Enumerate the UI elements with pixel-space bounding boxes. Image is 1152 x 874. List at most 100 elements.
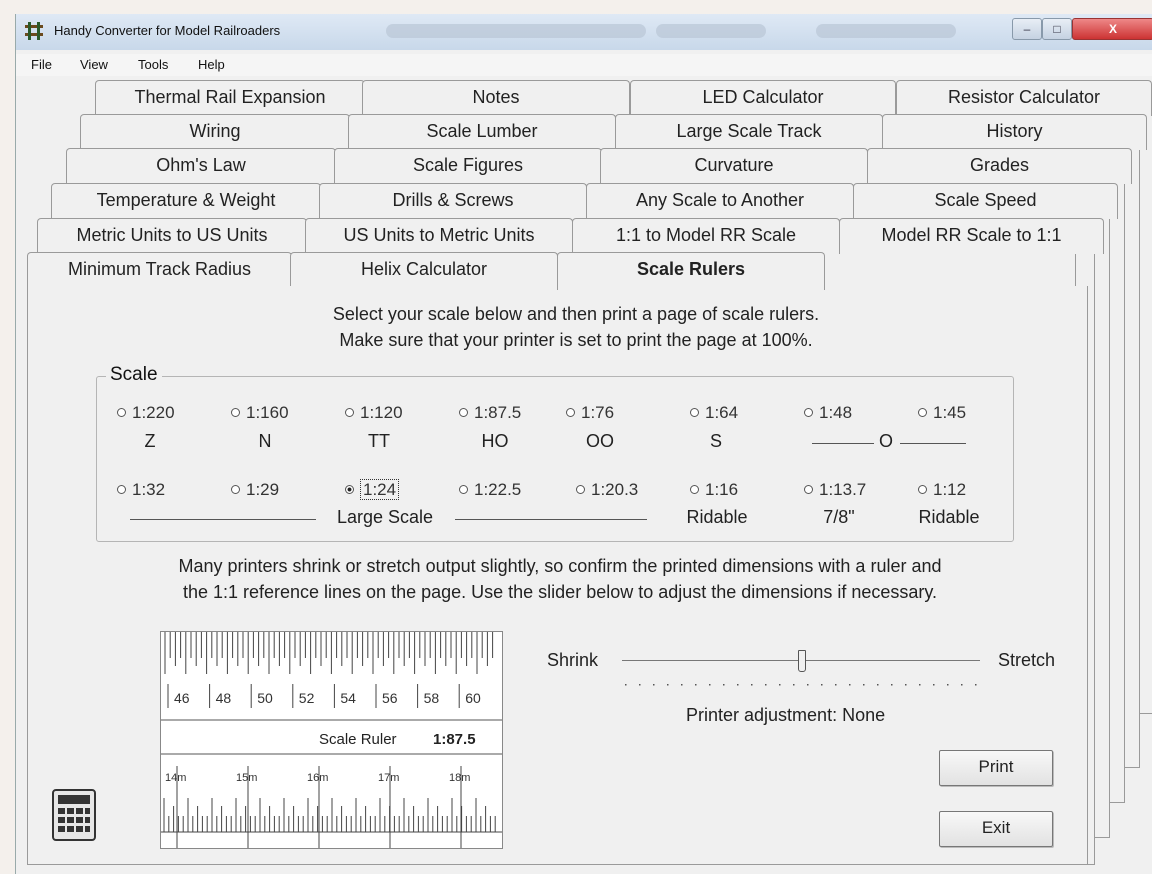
ridable-label-2: Ridable [918,507,980,527]
tab-temperature-weight[interactable]: Temperature & Weight [51,183,321,219]
radio-1-29[interactable]: 1:29 [231,480,279,500]
tab-grades[interactable]: Grades [867,148,1132,184]
slider-tick [639,684,641,686]
ruler-number: 14m [165,772,186,784]
tab-scale-speed[interactable]: Scale Speed [853,183,1118,219]
radio-dot [231,485,240,494]
tab-helix-calculator[interactable]: Helix Calculator [290,252,558,288]
slider-tick [695,684,697,686]
radio-1-48[interactable]: 1:48 [804,403,852,423]
ruler-number: 60 [465,690,481,706]
radio-label: 1:16 [705,480,739,499]
gauge-z-label: Z [144,431,156,451]
menu-file[interactable]: File [31,57,52,72]
slider-tick [765,684,767,686]
blurred-title-text [386,24,646,38]
radio-1-13-7[interactable]: 1:13.7 [804,480,866,500]
close-button[interactable]: X [1072,18,1152,40]
scale-group-label: Scale [106,364,162,386]
radio-label: 1:48 [819,403,853,422]
ruler-caption: Scale Ruler [319,731,397,748]
menu-tools[interactable]: Tools [138,57,168,72]
radio-dot [459,408,468,417]
tab-minimum-track-radius[interactable]: Minimum Track Radius [27,252,292,288]
slider-tick [975,684,977,686]
ruler-graphic: 46 48 50 52 54 56 58 60 Scale Ruler 1:87.5 14m 15m 1… [161,632,502,848]
radio-label: 1:87.5 [474,403,522,422]
radio-dot [918,485,927,494]
window-title: Handy Converter for Model Railroaders [54,23,281,38]
slider-tick [891,684,893,686]
ruler-number: 15m [236,772,257,784]
radio-1-64[interactable]: 1:64 [690,403,738,423]
tab-resistor-calculator[interactable]: Resistor Calculator [896,80,1152,116]
blurred-title-text-3 [816,24,956,38]
slider-thumb[interactable] [798,650,806,672]
radio-label: 1:120 [360,403,403,422]
tab-scale-figures[interactable]: Scale Figures [334,148,602,184]
radio-1-16[interactable]: 1:16 [690,480,738,500]
radio-label: 1:45 [933,403,967,422]
tab-led-calculator[interactable]: LED Calculator [630,80,896,116]
gauge-s-label: S [709,431,722,451]
menu-view[interactable]: View [80,57,108,72]
tab-wiring[interactable]: Wiring [80,114,350,150]
ruler-number: 54 [340,690,356,706]
slider-tick [681,684,683,686]
tab-scale-rulers[interactable]: Scale Rulers [557,252,825,290]
tab-us-to-metric[interactable]: US Units to Metric Units [305,218,573,254]
stretch-label: Stretch [998,650,1056,670]
radio-dot-selected [345,485,354,494]
tab-model-rr-to-1-1[interactable]: Model RR Scale to 1:1 [839,218,1104,254]
slider-tick [793,684,795,686]
tab-metric-to-us[interactable]: Metric Units to US Units [37,218,307,254]
radio-1-120[interactable]: 1:120 [345,403,403,423]
radio-1-22-5[interactable]: 1:22.5 [459,480,521,500]
tab-curvature[interactable]: Curvature [600,148,868,184]
slider-tick [779,684,781,686]
radio-1-160[interactable]: 1:160 [231,403,289,423]
radio-1-20-3[interactable]: 1:20.3 [576,480,638,500]
large-scale-line-left [130,519,316,520]
slider-tick [835,684,837,686]
minimize-button[interactable]: – [1012,18,1042,40]
o-gauge-line-left [812,443,874,444]
large-scale-line-right [455,519,647,520]
title-bar[interactable]: Handy Converter for Model Railroaders – … [16,14,1152,50]
train-icon [25,22,43,40]
radio-dot [804,408,813,417]
tab-ohms-law[interactable]: Ohm's Law [66,148,336,184]
large-scale-label: Large Scale [336,507,434,527]
radio-1-24[interactable]: 1:24 [345,479,400,500]
radio-1-76[interactable]: 1:76 [566,403,614,423]
ruler-number: 16m [307,772,328,784]
slider-tick [751,684,753,686]
tab-any-scale-to-another[interactable]: Any Scale to Another [586,183,854,219]
ridable-label-1: Ridable [686,507,748,527]
maximize-button[interactable]: □ [1042,18,1072,40]
gauge-o-label: O [878,431,893,451]
tab-drills-screws[interactable]: Drills & Screws [319,183,587,219]
tab-scale-lumber[interactable]: Scale Lumber [348,114,616,150]
slider-tick [863,684,865,686]
exit-button[interactable]: Exit [939,811,1053,847]
radio-1-45[interactable]: 1:45 [918,403,966,423]
o-gauge-line-right [900,443,966,444]
radio-label: 1:13.7 [819,480,867,499]
calculator-icon[interactable] [52,789,96,841]
tab-thermal-rail-expansion[interactable]: Thermal Rail Expansion [95,80,365,116]
tab-notes[interactable]: Notes [362,80,630,116]
radio-1-87-5[interactable]: 1:87.5 [459,403,521,423]
tab-history[interactable]: History [882,114,1147,150]
gauge-n-label: N [258,431,272,451]
tab-large-scale-track[interactable]: Large Scale Track [615,114,883,150]
tab-1-1-to-model-rr[interactable]: 1:1 to Model RR Scale [572,218,840,254]
ruler-number: 48 [216,690,232,706]
menu-help[interactable]: Help [198,57,225,72]
radio-1-12[interactable]: 1:12 [918,480,966,500]
shrink-label: Shrink [547,650,599,670]
radio-1-32[interactable]: 1:32 [117,480,165,500]
radio-1-220[interactable]: 1:220 [117,403,175,423]
radio-label: 1:32 [132,480,166,499]
print-button[interactable]: Print [939,750,1053,786]
